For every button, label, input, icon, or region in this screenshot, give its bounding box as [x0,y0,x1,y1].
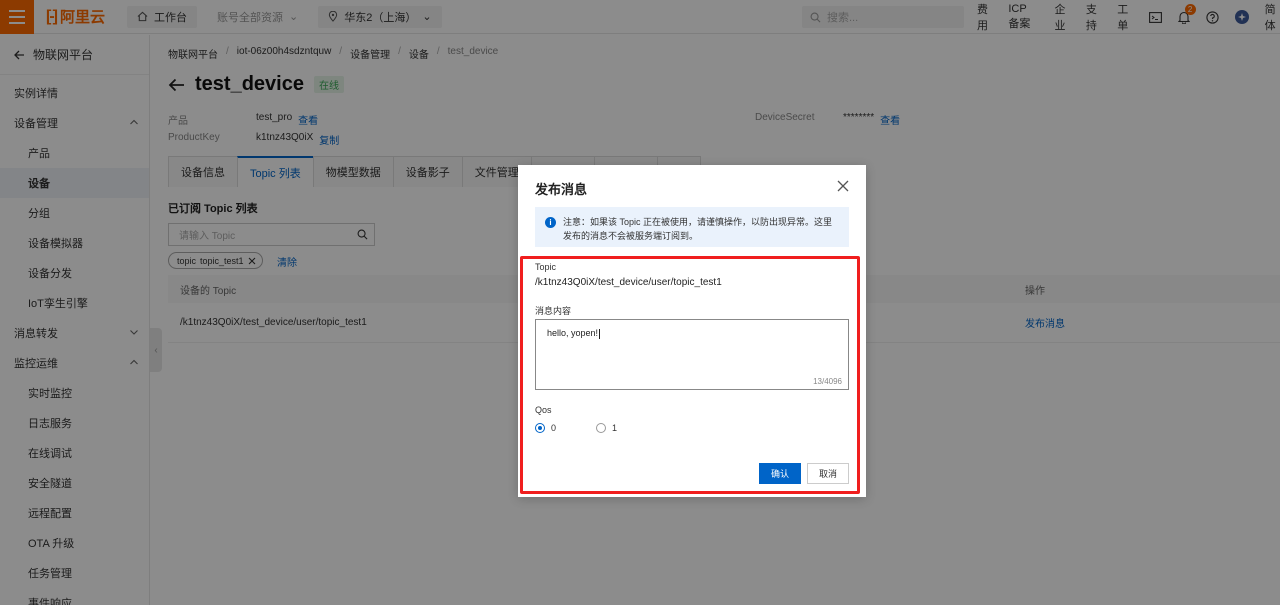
publish-message-dialog: 发布消息 i 注意：如果该 Topic 正在被使用，请谨慎操作，以防出现异常。这… [518,165,866,497]
text-caret [599,328,601,339]
topic-label: Topic [535,262,557,272]
qos-radio-1[interactable]: 1 [596,423,617,433]
dialog-title: 发布消息 [535,182,588,197]
qos-option-label: 1 [612,423,618,433]
message-content-value: hello, yopen! [547,328,599,338]
content-label: 消息内容 [535,306,572,316]
close-icon[interactable] [836,179,850,193]
message-content-textarea[interactable]: hello, yopen! 13/4096 [535,319,849,390]
qos-option-label: 0 [551,423,557,433]
info-icon: i [545,217,556,228]
qos-label: Qos [535,405,552,415]
qos-radio-group: 0 1 [535,423,617,433]
notice-text: 注意：如果该 Topic 正在被使用，请谨慎操作，以防出现异常。这里发布的消息不… [563,217,833,241]
cancel-button[interactable]: 取消 [807,463,849,484]
confirm-button[interactable]: 确认 [759,463,801,484]
character-counter: 13/4096 [813,377,842,386]
topic-value: /k1tnz43Q0iX/test_device/user/topic_test… [535,277,722,288]
radio-checked-icon [535,423,545,433]
radio-unchecked-icon [596,423,607,433]
qos-radio-0[interactable]: 0 [535,423,556,433]
notice-banner: i 注意：如果该 Topic 正在被使用，请谨慎操作，以防出现异常。这里发布的消… [535,207,849,247]
